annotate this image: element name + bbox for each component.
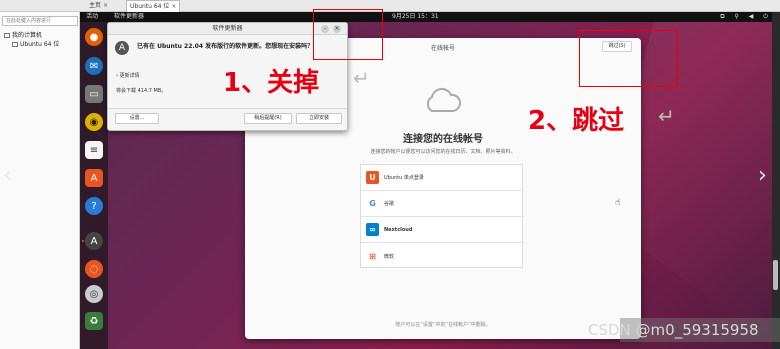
account-label: 微软 — [384, 253, 395, 260]
account-label: Nextcloud — [384, 226, 413, 233]
annotation-box-skip — [579, 30, 678, 87]
activities-button[interactable]: 活动 — [86, 12, 98, 22]
library-item-ubuntu[interactable]: Ubuntu 64 位 — [12, 41, 59, 49]
scrollbar[interactable] — [772, 12, 780, 349]
update-message: 已有在 Ubuntu 22.04 发布版行的软件更新。您想现在安装吗？ — [137, 43, 314, 50]
account-google[interactable]: G 谷歌 — [361, 191, 524, 217]
annotation-arrow-icon: ↵ — [658, 104, 675, 128]
close-icon[interactable]: × — [103, 0, 108, 12]
divider — [108, 108, 347, 109]
clock[interactable]: 9月25日 15：31 — [392, 12, 439, 22]
software-icon[interactable]: A — [85, 169, 103, 187]
host-tab-bar: 主页 × Ubuntu 64 位 × — [0, 0, 780, 12]
welcome-footer: 账户可以在“设置”中的“在线帐户”中删除。 — [395, 322, 491, 328]
library-item-label: Ubuntu 64 位 — [20, 41, 60, 48]
host-tab-label: Ubuntu 64 位 — [130, 2, 170, 10]
updater-icon: A — [115, 41, 129, 55]
host-tab-ubuntu[interactable]: Ubuntu 64 位 × — [126, 0, 181, 13]
account-ubuntu-sso[interactable]: U Ubuntu 单点登录 — [361, 165, 524, 191]
hand-cursor-icon: ☝ — [615, 198, 621, 208]
ubuntu-sso-icon: U — [366, 171, 379, 184]
update-details-toggle[interactable]: › 更新详情 — [116, 72, 140, 79]
account-nextcloud[interactable]: ∞ Nextcloud — [361, 217, 524, 243]
library-item-my-computer[interactable]: 我的计算机 — [4, 32, 42, 40]
library-item-label: 我的计算机 — [12, 32, 43, 39]
annotation-step2: 2、跳过 — [528, 106, 625, 136]
scrollbar-thumb[interactable] — [773, 260, 778, 290]
nextcloud-icon: ∞ — [366, 223, 379, 236]
host-tab-label: 主页 — [89, 2, 102, 9]
account-label: 谷歌 — [384, 201, 395, 207]
files-icon[interactable]: ▭ — [85, 85, 103, 103]
computer-icon — [4, 33, 10, 38]
microsoft-icon: ⊞ — [369, 251, 376, 261]
account-label: Ubuntu 单点登录 — [384, 175, 424, 181]
running-indicator — [82, 240, 84, 242]
vm-library-panel: 在此处键入内容进行 我的计算机 Ubuntu 64 位 — [0, 12, 80, 349]
settings-button[interactable]: 设置... — [115, 113, 159, 124]
system-tray[interactable]: ⧉ ⚲ ◀ ⏻ — [720, 12, 772, 22]
top-bar: 活动 软件更新器 9月25日 15：31 ⧉ ⚲ ◀ ⏻ — [80, 12, 780, 22]
annotation-arrow-icon: ↵ — [353, 66, 370, 90]
google-icon: G — [369, 199, 376, 208]
prev-arrow-icon[interactable]: ‹ — [3, 163, 12, 188]
install-now-button[interactable]: 立即安装 — [296, 113, 342, 124]
disc-icon[interactable]: ◎ — [85, 285, 103, 303]
library-search-input[interactable]: 在此处键入内容进行 — [2, 16, 78, 26]
writer-icon[interactable]: ≡ — [85, 141, 103, 159]
close-icon[interactable]: × — [171, 1, 176, 13]
updater-icon[interactable]: A — [85, 232, 103, 250]
cloud-icon — [426, 87, 461, 112]
trash-icon[interactable]: ♻ — [85, 312, 103, 330]
annotation-step1: 1、关掉 — [223, 68, 320, 98]
ubuntu-icon[interactable]: ◌ — [85, 260, 103, 278]
annotation-box-close — [313, 9, 383, 60]
dock: ● ✉ ▭ ◉ ≡ A ? A ◌ ◎ ♻ — [80, 22, 108, 349]
next-arrow-icon[interactable]: › — [758, 163, 767, 188]
thunderbird-icon[interactable]: ✉ — [85, 57, 103, 75]
connect-subtitle: 连接您的帐户以便您可以访问您的在线日历、文档、照片等资料。 — [370, 149, 516, 155]
remind-later-button[interactable]: 稍后提醒(R) — [244, 113, 292, 124]
dialog-titlebar: 软件更新器 – × — [108, 23, 347, 35]
dialog-title: 软件更新器 — [212, 25, 243, 32]
vm-icon — [12, 42, 18, 47]
rhythmbox-icon[interactable]: ◉ — [85, 113, 103, 131]
firefox-icon[interactable]: ● — [85, 28, 103, 46]
app-menu[interactable]: 软件更新器 — [114, 12, 144, 22]
account-list: U Ubuntu 单点登录 G 谷歌 ∞ Nextcloud ⊞ 微软 — [360, 164, 524, 269]
download-size: 将会下载 414.7 MB。 — [116, 88, 167, 94]
account-microsoft[interactable]: ⊞ 微软 — [361, 243, 524, 269]
host-tab-home[interactable]: 主页 × — [86, 0, 111, 12]
watermark: CSDN @m0_59315958 — [588, 321, 759, 339]
help-icon[interactable]: ? — [85, 197, 103, 215]
